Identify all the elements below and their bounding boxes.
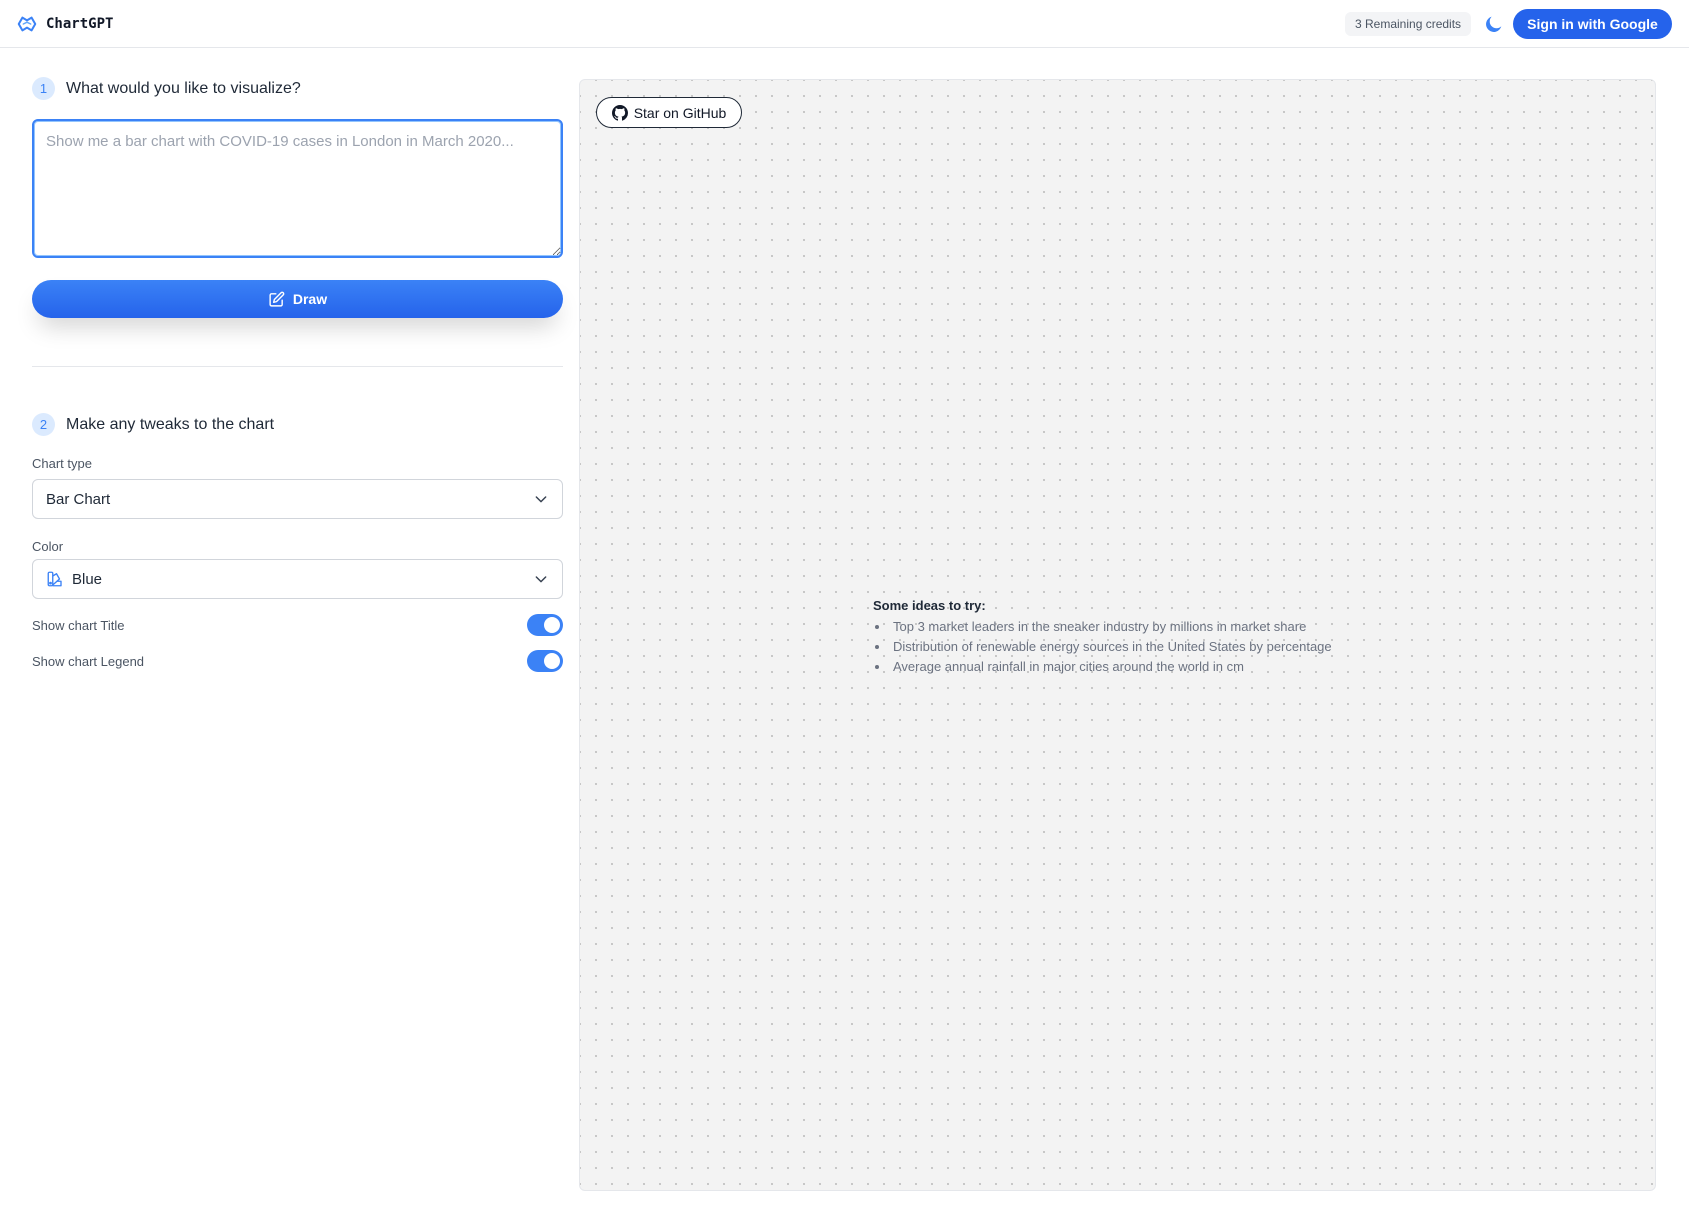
show-legend-label: Show chart Legend (32, 653, 145, 669)
chevron-down-icon (535, 496, 547, 503)
show-legend-toggle[interactable] (527, 650, 563, 672)
step-1-number: 1 (32, 77, 55, 100)
step-1-heading: 1 What would you like to visualize? (32, 77, 301, 100)
step-2-number: 2 (32, 413, 55, 436)
step-1-label: What would you like to visualize? (66, 79, 301, 97)
palette-icon (47, 571, 62, 587)
chart-canvas: Star on GitHub Some ideas to try: Top 3 … (579, 79, 1656, 1191)
color-label: Color (32, 539, 64, 554)
show-title-label: Show chart Title (32, 617, 125, 633)
moon-icon[interactable] (1483, 13, 1505, 35)
sign-in-google-button[interactable]: Sign in with Google (1513, 9, 1672, 39)
draw-button-label: Draw (292, 291, 328, 307)
github-icon (611, 104, 628, 121)
idea-item[interactable]: Top 3 market leaders in the sneaker indu… (873, 617, 1332, 637)
show-title-toggle[interactable] (527, 614, 563, 636)
draw-button[interactable]: Draw (32, 280, 563, 318)
ideas-title: Some ideas to try: (873, 598, 986, 613)
idea-item[interactable]: Average annual rainfall in major cities … (873, 657, 1332, 677)
chart-type-select[interactable]: Bar Chart (32, 479, 563, 519)
idea-item[interactable]: Distribution of renewable energy sources… (873, 637, 1332, 657)
star-on-github-button[interactable]: Star on GitHub (596, 97, 742, 128)
show-legend-row: Show chart Legend (32, 650, 563, 672)
toggle-knob (544, 617, 560, 633)
credits-badge: 3 Remaining credits (1345, 12, 1472, 36)
step-2-heading: 2 Make any tweaks to the chart (32, 413, 274, 436)
brand-name: ChartGPT (46, 16, 114, 32)
chart-type-label: Chart type (32, 456, 92, 471)
ideas-panel: Some ideas to try: Top 3 market leaders … (873, 598, 1332, 677)
show-title-row: Show chart Title (32, 614, 563, 636)
pencil-square-icon (269, 291, 285, 307)
prompt-input[interactable] (32, 119, 563, 258)
step-2-label: Make any tweaks to the chart (66, 415, 275, 433)
github-button-label: Star on GitHub (633, 104, 727, 121)
color-value: Blue (72, 570, 103, 588)
chart-type-value: Bar Chart (46, 490, 111, 508)
chartgpt-logo-icon (17, 16, 37, 32)
top-navbar: ChartGPT 3 Remaining credits Sign in wit… (0, 0, 1689, 48)
brand[interactable]: ChartGPT (16, 13, 113, 35)
chevron-down-icon (535, 576, 547, 583)
section-divider (32, 366, 563, 367)
toggle-knob (544, 653, 560, 669)
ideas-list: Top 3 market leaders in the sneaker indu… (873, 617, 1332, 677)
color-select[interactable]: Blue (32, 559, 563, 599)
